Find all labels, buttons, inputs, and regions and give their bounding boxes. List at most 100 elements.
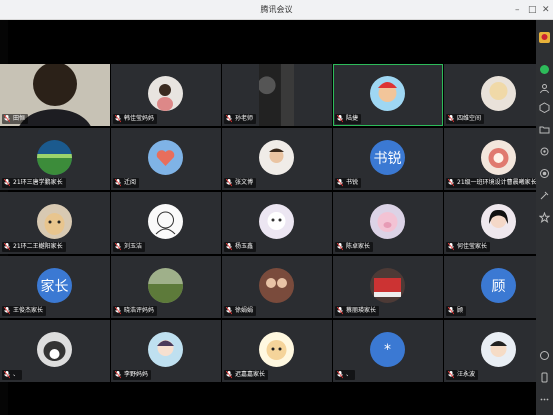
window-title: 腾讯会议 [260,5,293,14]
participant-grid: 田恒 韩佳莹妈妈 孙老师 陆捷 四维空间 21环三唐学鹏家长 迁阅 张文博 书锐 书锐 21级一班环… [0,64,553,384]
participant-tile[interactable]: 晓浩评妈妈 [111,256,221,318]
participant-tile[interactable]: 书锐 书锐 [333,128,443,190]
participant-name-text: 顾 [457,307,464,314]
participant-avatar [481,140,516,175]
participant-tile[interactable]: 陈卓家长 [333,192,443,254]
participant-avatar [481,332,516,367]
participant-tile[interactable]: 陆捷 [333,64,443,126]
participant-tile[interactable]: 家长王俊杰家长 [0,256,110,318]
participant-avatar [148,204,183,239]
participant-name-text: 杨玉鑫 [235,243,254,250]
maximize-button[interactable]: □ [528,5,537,15]
mic-muted-icon [448,115,454,123]
participant-tile[interactable]: 徐娟娟 [222,256,332,318]
mic-muted-icon [115,115,121,123]
participant-avatar [370,268,405,303]
participant-name: 王俊杰家长 [2,306,47,316]
participant-name-text: 汪永波 [457,371,476,378]
participant-name: 杨玉鑫 [224,242,257,252]
mic-muted-icon [337,243,343,251]
mic-muted-icon [226,307,232,315]
participant-name: 、 [2,370,23,380]
participant-name-text: 、 [13,371,20,378]
participant-name: 21级一班环境设计曹晨曦家长 [446,178,540,188]
participant-tile[interactable]: 、 [0,320,110,382]
mic-muted-icon [337,179,343,187]
minimize-button[interactable]: – [515,5,520,15]
participant-tile[interactable]: *、 [333,320,443,382]
participant-name-text: 21环三唐学鹏家长 [13,179,63,186]
participant-avatar [37,204,72,239]
cube-icon[interactable] [539,102,550,113]
apps-icon[interactable] [539,212,550,223]
participant-name: 孙老师 [224,114,257,124]
participant-name-text: 21环二王樾阳家长 [13,243,63,250]
participant-tile[interactable]: 迟嘉嘉家长 [222,320,332,382]
participant-name-text: 徐娟娟 [235,307,254,314]
participant-avatar [481,76,516,111]
participant-tile[interactable]: 韩佳莹妈妈 [111,64,221,126]
participant-name: 晓浩评妈妈 [113,306,158,316]
participant-tile[interactable]: 蔡丽瑛家长 [333,256,443,318]
participant-name: 何佳莹家长 [446,242,491,252]
participant-name: 蔡丽瑛家长 [335,306,380,316]
participant-tile[interactable]: 田恒 [0,64,110,126]
participant-name: 迟嘉嘉家长 [224,370,269,380]
participant-tile[interactable]: 李野妈妈 [111,320,221,382]
participant-name-text: 、 [346,371,353,378]
participant-tile[interactable]: 刘玉洁 [111,192,221,254]
participant-name: 、 [335,370,356,380]
participant-name: 书锐 [335,178,362,188]
participant-tile[interactable]: 张文博 [222,128,332,190]
app-avatar-icon[interactable] [539,32,550,43]
participant-tile[interactable]: 21环二王樾阳家长 [0,192,110,254]
participant-name-text: 迁阅 [124,179,137,186]
participant-name-text: 晓浩评妈妈 [124,307,155,314]
participant-tile[interactable]: 迁阅 [111,128,221,190]
participant-tile[interactable]: 孙老师 [222,64,332,126]
participant-name-text: 刘玉洁 [124,243,143,250]
participant-avatar: 书锐 [370,140,405,175]
participant-avatar [259,204,294,239]
mic-muted-icon [115,371,121,379]
participant-name-text: 何佳莹家长 [457,243,488,250]
mic-muted-icon [4,179,10,187]
members-icon[interactable] [539,83,550,94]
mic-muted-icon [337,115,343,123]
mic-muted-icon [115,307,121,315]
message-icon[interactable] [539,350,550,361]
tools-icon[interactable] [539,190,550,201]
chat-icon[interactable] [539,64,550,75]
record-icon[interactable] [539,168,550,179]
participant-avatar [370,204,405,239]
participant-name-text: 书锐 [346,179,359,186]
close-button[interactable]: ✕ [542,5,550,15]
participant-name: 汪永波 [446,370,479,380]
participant-avatar: 家长 [37,268,72,303]
participant-name: 21环三唐学鹏家长 [2,178,66,188]
participant-name-text: 王俊杰家长 [13,307,44,314]
right-toolbar [536,20,553,415]
more-icon[interactable] [539,394,550,405]
participant-name-text: 李野妈妈 [124,371,149,378]
mic-muted-icon [4,243,10,251]
phone-icon[interactable] [539,372,550,383]
participant-tile[interactable]: 杨玉鑫 [222,192,332,254]
mic-muted-icon [226,115,232,123]
participant-avatar [148,332,183,367]
settings-icon[interactable] [539,146,550,157]
mic-muted-icon [115,243,121,251]
participant-name: 刘玉洁 [113,242,146,252]
mic-muted-icon [337,371,343,379]
mic-muted-icon [337,307,343,315]
participant-avatar [259,332,294,367]
participant-tile[interactable]: 21环三唐学鹏家长 [0,128,110,190]
folder-icon[interactable] [539,124,550,135]
title-bar: 腾讯会议 – □ ✕ [0,0,553,20]
participant-avatar [259,140,294,175]
participant-avatar [148,76,183,111]
participant-name-text: 田恒 [13,115,26,122]
participant-avatar: 顾 [481,268,516,303]
participant-name-text: 孙老师 [235,115,254,122]
mic-muted-icon [115,179,121,187]
